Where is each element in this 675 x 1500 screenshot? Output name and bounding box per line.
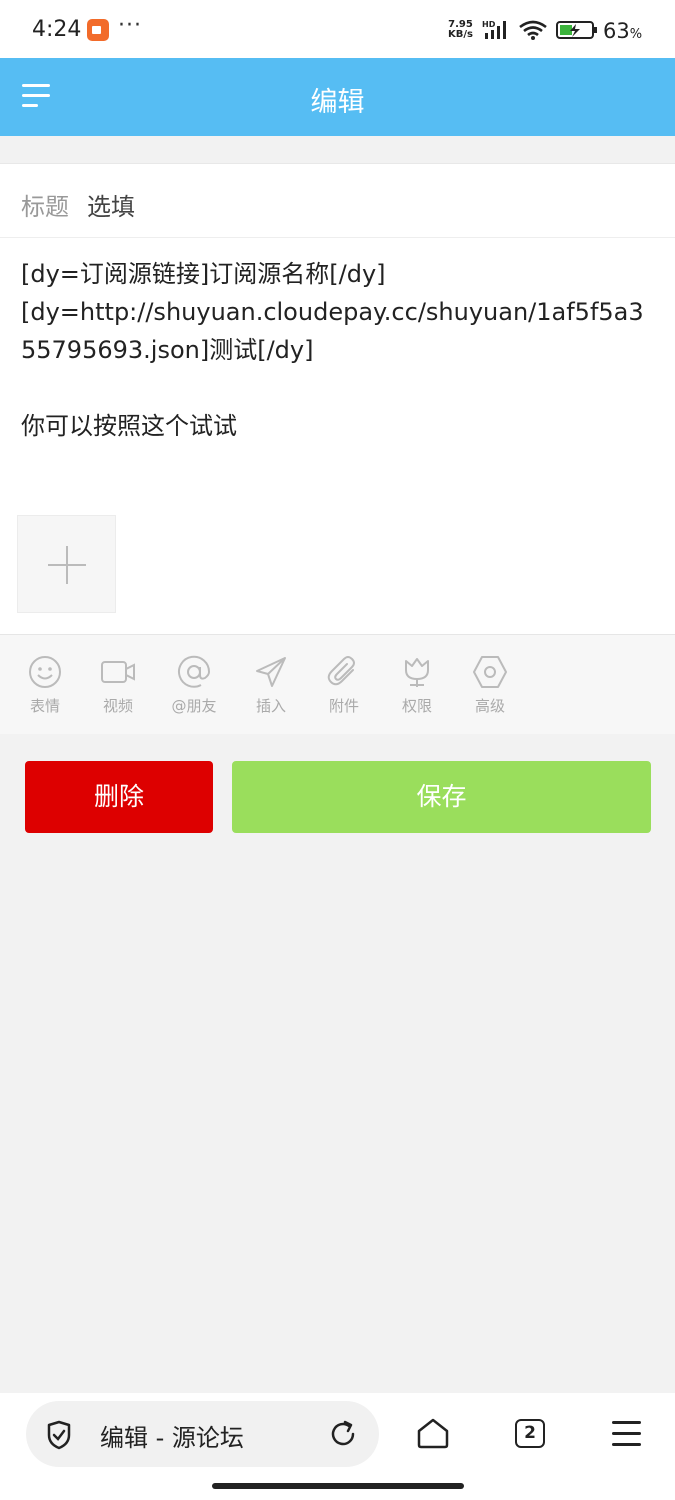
home-indicator[interactable] [212,1483,464,1489]
address-text: 编辑 - 源论坛 [100,1424,244,1452]
content-line: [dy=订阅源链接]订阅源名称[/dy] [21,260,386,288]
content-line: 你可以按照这个试试 [21,412,237,440]
tabs-count-button[interactable]: 2 [515,1419,545,1448]
wifi-icon [518,19,550,45]
editor-toolbar: 表情 视频 @朋友 插入 附件 权限 高级 [0,634,675,734]
save-button[interactable]: 保存 [232,761,651,833]
emoji-icon [29,656,61,688]
title-field-row[interactable]: 标题 选填 [0,163,675,238]
address-bar[interactable]: 编辑 - 源论坛 [26,1401,379,1467]
delete-button[interactable]: 删除 [25,761,213,833]
hexagon-icon [473,656,507,688]
shield-check-icon[interactable] [45,1420,73,1454]
page-title: 编辑 [310,87,365,118]
content-line [21,369,661,407]
screen-record-icon [87,19,109,41]
app-header: 编辑 [0,58,675,136]
title-label: 标题 [21,193,69,221]
video-icon [101,661,135,683]
paperclip-icon [327,656,355,686]
title-input[interactable]: 选填 [87,187,135,222]
reload-icon[interactable] [328,1419,358,1453]
more-notifications-icon: ··· [118,13,142,38]
add-image-button[interactable] [17,515,116,613]
toolbar-attachment[interactable]: 附件 [314,655,374,716]
status-bar: 4:24 ··· 7.95 KB/s HD 63% [0,0,675,58]
toolbar-emoji[interactable]: 表情 [15,655,75,716]
toolbar-video[interactable]: 视频 [88,655,148,716]
battery-percent: 63% [603,19,643,43]
toolbar-mention[interactable]: @朋友 [164,655,224,716]
content-line: [dy=http://shuyuan.cloudepay.cc/shuyuan/… [21,298,644,326]
content-text[interactable]: [dy=订阅源链接]订阅源名称[/dy] [dy=http://shuyuan.… [21,255,661,445]
network-speed: 7.95 KB/s [448,19,473,40]
toolbar-permission[interactable]: 权限 [387,655,447,716]
content-editor[interactable]: [dy=订阅源链接]订阅源名称[/dy] [dy=http://shuyuan.… [0,238,675,634]
status-time: 4:24 [32,17,82,42]
svg-text:HD: HD [482,20,496,29]
battery-icon [556,20,600,44]
content-line: 55795693.json]测试[/dy] [21,336,314,364]
at-icon [178,655,211,688]
send-icon [256,657,286,687]
home-icon[interactable] [416,1417,450,1453]
toolbar-advanced[interactable]: 高级 [460,655,520,716]
browser-menu-icon[interactable] [612,1421,641,1447]
tulip-icon [405,658,429,687]
signal-icon: HD [482,19,512,45]
toolbar-insert[interactable]: 插入 [241,655,301,716]
